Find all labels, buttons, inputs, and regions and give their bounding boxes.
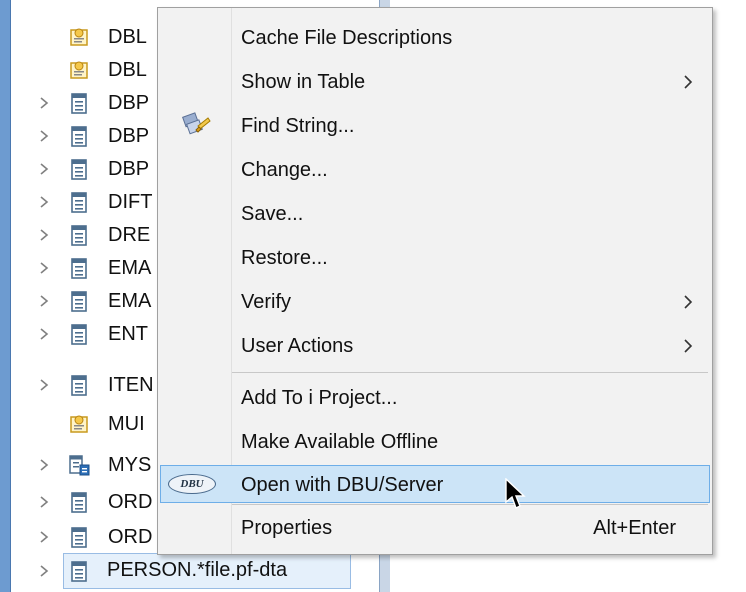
menu-item-change[interactable]: Change... — [158, 148, 712, 192]
query-icon — [67, 412, 91, 436]
tree-item-label: ORD — [108, 491, 153, 513]
file-icon — [67, 256, 91, 280]
menu-item-label: Open with DBU/Server — [241, 474, 444, 496]
menu-item-add-to-i-project[interactable]: Add To i Project... — [158, 376, 712, 420]
chevron-right-icon[interactable] — [37, 129, 51, 143]
file-icon — [67, 373, 91, 397]
menu-item-label: Properties — [241, 517, 333, 539]
tree-item-label: DBP — [108, 92, 150, 114]
menu-item-find-string[interactable]: Find String... — [158, 104, 712, 148]
file-icon — [67, 559, 91, 583]
menu-item-label: Verify — [241, 291, 292, 313]
chevron-right-icon[interactable] — [37, 96, 51, 110]
menu-item-label: Change... — [241, 159, 328, 181]
file-icon — [67, 223, 91, 247]
menu-item-label: User Actions — [241, 335, 354, 357]
tree-item-label: DIFT — [108, 191, 153, 213]
menu-item-show-in-table[interactable]: Show in Table — [158, 60, 712, 104]
menu-item-label: Find String... — [241, 115, 355, 137]
chevron-right-icon[interactable] — [37, 495, 51, 509]
tree-item-label: EMA — [108, 257, 152, 279]
file-icon — [67, 490, 91, 514]
multi-file-icon — [67, 453, 91, 477]
menu-item-label: Save... — [241, 203, 304, 225]
file-icon — [67, 289, 91, 313]
context-menu: Cache File Descriptions Show in Table Fi… — [157, 7, 713, 555]
tree-item-label: DBL — [108, 26, 147, 48]
file-icon — [67, 91, 91, 115]
menu-item-make-available-offline[interactable]: Make Available Offline — [158, 420, 712, 464]
menu-item-label: Cache File Descriptions — [241, 27, 453, 49]
menu-item-label: Restore... — [241, 247, 328, 269]
menu-item-properties[interactable]: Properties Alt+Enter — [158, 506, 712, 550]
tree-item-label: DBP — [108, 158, 150, 180]
tree-item-label: ITEN — [108, 374, 154, 396]
menu-item-open-with-dbu-server[interactable]: DBU Open with DBU/Server — [158, 463, 712, 507]
tree-item-label: MYS — [108, 454, 152, 476]
tree-item-label: DBL — [108, 59, 147, 81]
menu-item-shortcut: Alt+Enter — [593, 517, 676, 539]
mouse-cursor-icon — [505, 477, 527, 512]
tree-item-label: DRE — [108, 224, 151, 246]
submenu-arrow-icon — [682, 294, 694, 310]
tree-item-label: EMA — [108, 290, 152, 312]
menu-item-label: Add To i Project... — [241, 387, 398, 409]
file-icon — [67, 525, 91, 549]
menu-item-user-actions[interactable]: User Actions — [158, 324, 712, 368]
dbu-icon: DBU — [168, 474, 216, 494]
file-icon — [67, 322, 91, 346]
menu-item-restore[interactable]: Restore... — [158, 236, 712, 280]
find-string-icon — [182, 112, 212, 140]
chevron-right-icon[interactable] — [37, 294, 51, 308]
chevron-right-icon[interactable] — [37, 261, 51, 275]
menu-item-verify[interactable]: Verify — [158, 280, 712, 324]
file-icon — [67, 124, 91, 148]
chevron-right-icon[interactable] — [37, 458, 51, 472]
submenu-arrow-icon — [682, 74, 694, 90]
query-icon — [67, 58, 91, 82]
chevron-right-icon[interactable] — [37, 530, 51, 544]
tree-item-label: PERSON.*file.pf-dta — [107, 559, 288, 581]
chevron-right-icon[interactable] — [37, 564, 51, 578]
query-icon — [67, 25, 91, 49]
menu-separator — [232, 504, 708, 505]
tree-frame-left — [0, 0, 11, 592]
menu-item-label: Show in Table — [241, 71, 366, 93]
chevron-right-icon[interactable] — [37, 327, 51, 341]
tree-item-label: ENT — [108, 323, 148, 345]
menu-item-label: Make Available Offline — [241, 431, 439, 453]
submenu-arrow-icon — [682, 338, 694, 354]
tree-item-label: ORD — [108, 526, 153, 548]
menu-item-save[interactable]: Save... — [158, 192, 712, 236]
tree-item-label: MUI — [108, 413, 145, 435]
tree-item-selected[interactable]: PERSON.*file.pf-dta — [11, 553, 379, 589]
chevron-right-icon[interactable] — [37, 195, 51, 209]
chevron-right-icon[interactable] — [37, 378, 51, 392]
file-icon — [67, 190, 91, 214]
chevron-right-icon[interactable] — [37, 228, 51, 242]
menu-item-cache-file-descriptions[interactable]: Cache File Descriptions — [158, 16, 712, 60]
chevron-right-icon[interactable] — [37, 162, 51, 176]
tree-item-label: DBP — [108, 125, 150, 147]
menu-separator — [232, 372, 708, 373]
file-icon — [67, 157, 91, 181]
